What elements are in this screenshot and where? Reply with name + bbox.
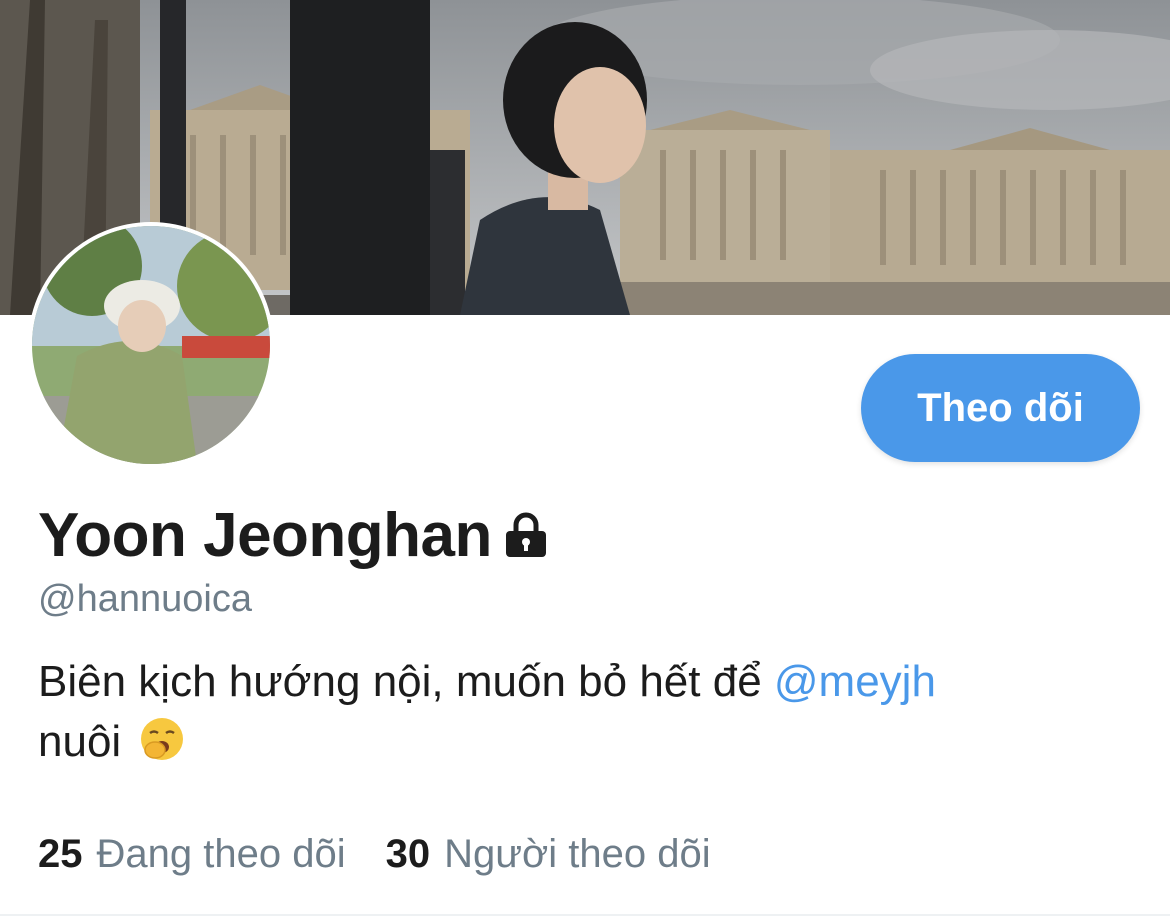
bottom-divider: [0, 914, 1170, 916]
bio-text: Biên kịch hướng nội, muốn bỏ hết để: [38, 657, 774, 706]
followers-count: 30: [385, 832, 431, 876]
followers-label: Người theo dõi: [444, 832, 711, 876]
profile-handle: @hannuoica: [38, 578, 252, 620]
bio-text-end: nuôi: [38, 717, 122, 766]
profile-avatar[interactable]: [28, 222, 274, 468]
name-row: Yoon Jeonghan: [38, 500, 550, 571]
yawning-face-emoji-icon: [139, 716, 185, 778]
profile-bio: Biên kịch hướng nội, muốn bỏ hết để @mey…: [38, 652, 1138, 778]
follow-button[interactable]: Theo dõi: [861, 354, 1140, 462]
following-label: Đang theo dõi: [96, 832, 346, 876]
following-count: 25: [38, 832, 83, 876]
profile-stats: 25 Đang theo dõi 30 Người theo dõi: [38, 832, 751, 877]
following-stat[interactable]: 25 Đang theo dõi: [38, 832, 346, 877]
display-name: Yoon Jeonghan: [38, 501, 492, 570]
bio-mention-link[interactable]: @meyjh: [774, 657, 936, 706]
lock-icon: [502, 511, 550, 564]
followers-stat[interactable]: 30 Người theo dõi: [386, 832, 711, 877]
